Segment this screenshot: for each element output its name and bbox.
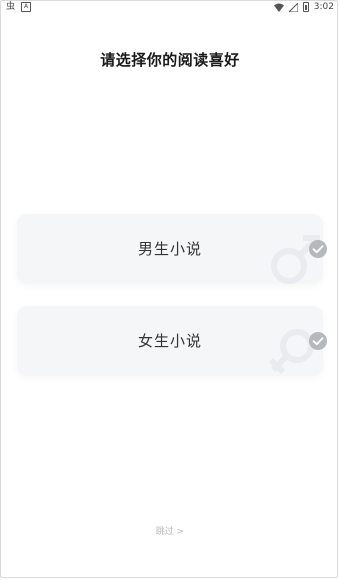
battery-icon [302, 2, 309, 12]
bug-icon: 虫 [6, 2, 16, 12]
page-title: 请选择你的阅读喜好 [100, 51, 240, 69]
a-icon: A [21, 2, 32, 12]
option-female-novel[interactable]: 女生小说 [17, 306, 323, 376]
phone-frame [0, 0, 338, 578]
check-icon[interactable] [308, 331, 328, 351]
status-left: 虫 A [6, 2, 32, 12]
option-male-label: 男生小说 [137, 240, 202, 258]
wifi-icon [273, 3, 284, 12]
skip-link[interactable]: 跳过 > [0, 524, 340, 537]
status-right: 3:02 [273, 2, 334, 12]
signal-icon [288, 2, 298, 12]
option-male-novel[interactable]: 男生小说 [17, 214, 323, 284]
option-female-label: 女生小说 [137, 332, 202, 350]
status-bar: 虫 A 3:02 [0, 0, 340, 16]
check-icon[interactable] [308, 239, 328, 259]
status-time: 3:02 [313, 2, 334, 12]
